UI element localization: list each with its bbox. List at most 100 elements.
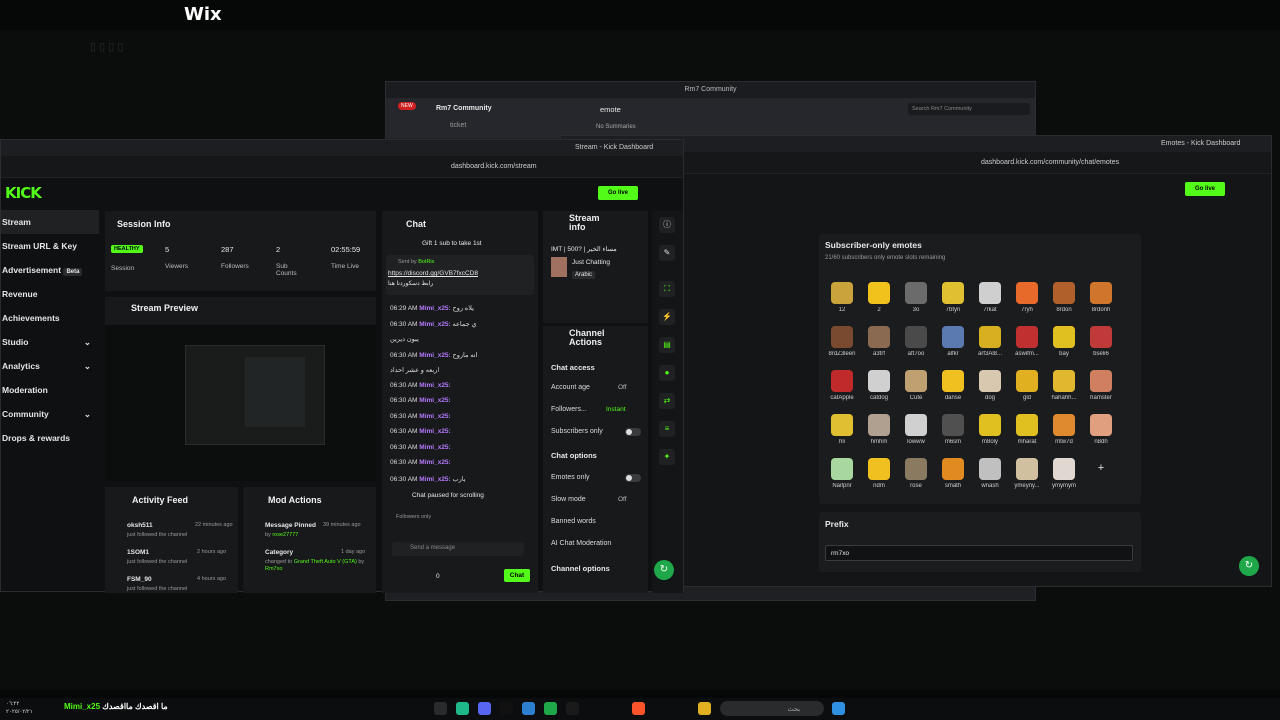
taskbar-stream-label[interactable]: Mimi_x25 ما اقصدك مااقصدك	[64, 702, 168, 711]
support-button[interactable]: ↻	[654, 560, 674, 580]
ai-moderation-label[interactable]: AI Chat Moderation	[551, 540, 611, 547]
sidebar-item-drops[interactable]: Drops & rewards	[1, 426, 99, 450]
slow-mode-value[interactable]: Off	[618, 496, 627, 503]
chat-message[interactable]: 06:30 AM Mimi_x25:	[390, 428, 451, 442]
brave-icon[interactable]	[632, 702, 645, 715]
emote-item[interactable]: 8rdonh	[1080, 282, 1122, 326]
summaries-dropdown[interactable]: No Summaries	[596, 124, 636, 130]
chat-bubble-icon[interactable]: ●	[659, 365, 675, 381]
app-icon[interactable]	[566, 702, 579, 715]
slow-mode-label[interactable]: Slow mode	[551, 496, 586, 503]
server-name[interactable]: Rm7 Community	[436, 105, 492, 112]
emote-item[interactable]: lowww	[895, 414, 937, 458]
followers-label[interactable]: Followers...	[551, 406, 587, 413]
emote-item[interactable]: 12	[821, 282, 863, 326]
go-live-button-left[interactable]: Go live	[598, 186, 638, 200]
emote-item[interactable]: danse	[932, 370, 974, 414]
emote-item[interactable]: hahahh...	[1043, 370, 1085, 414]
kick-logo[interactable]: KICK	[5, 184, 42, 202]
sidebar-item-analytics[interactable]: Analytics ⌄	[1, 354, 99, 378]
sidebar-item-revenue[interactable]: Revenue	[1, 282, 99, 306]
expand-icon[interactable]: ⛶	[659, 281, 675, 297]
emote-item[interactable]: mtw7d	[1043, 414, 1085, 458]
emote-item[interactable]: 8rdon	[1043, 282, 1085, 326]
chat-paused[interactable]: Chat paused for scrolling	[412, 492, 484, 499]
emote-item[interactable]: n8dh	[1080, 414, 1122, 458]
emote-item[interactable]: wnash	[969, 458, 1011, 502]
support-button[interactable]: ↻	[1239, 556, 1259, 576]
sidebar-item-stream[interactable]: Stream	[1, 210, 99, 234]
discord-icon[interactable]	[478, 702, 491, 715]
emote-item[interactable]: smath	[932, 458, 974, 502]
send-message-input[interactable]: Send a message	[392, 542, 524, 556]
go-live-button[interactable]: Go live	[1185, 182, 1225, 196]
app-icon[interactable]	[544, 702, 557, 715]
sidebar-item-moderation[interactable]: Moderation	[1, 378, 99, 402]
chat-message[interactable]: 06:30 AM Mimi_x25: يارب	[390, 475, 466, 489]
channel-ticket[interactable]: ticket	[450, 122, 466, 129]
url-text-left[interactable]: dashboard.kick.com/stream	[451, 163, 537, 170]
chat-message[interactable]: 06:30 AM Mimi_x25:	[390, 397, 451, 411]
emote-item[interactable]: ymeyny...	[1006, 458, 1048, 502]
gift-banner[interactable]: Gift 1 sub to take 1st	[422, 240, 482, 247]
sidebar-item-advertisement[interactable]: Advertisement Beta	[1, 258, 99, 282]
account-age-value[interactable]: Off	[618, 384, 627, 391]
chat-message[interactable]: 06:30 AM Mimi_x25: انه ماروح	[390, 351, 477, 365]
emote-item[interactable]: alfkr	[932, 326, 974, 370]
emote-item[interactable]: mharat	[1006, 414, 1048, 458]
sidebar-item-community[interactable]: Community ⌄	[1, 402, 99, 426]
emote-item[interactable]: aswifm...	[1006, 326, 1048, 370]
folder-icon[interactable]	[698, 702, 711, 715]
account-age-label[interactable]: Account age	[551, 384, 590, 391]
url-text[interactable]: dashboard.kick.com/community/chat/emotes	[981, 159, 1119, 166]
emote-item[interactable]: ndm	[858, 458, 900, 502]
info-icon[interactable]: ⓘ	[659, 217, 675, 233]
chat-message[interactable]: 06:29 AM Mimi_x25: يلاه روح	[390, 304, 474, 318]
add-emote-button[interactable]: +	[1080, 462, 1122, 506]
pinned-link[interactable]: https://discord.gg/GVB7fxcCD8	[388, 270, 478, 277]
emote-item[interactable]: 3o	[895, 282, 937, 326]
followers-value[interactable]: Instant	[606, 406, 626, 413]
banned-words-label[interactable]: Banned words	[551, 518, 596, 525]
list-icon[interactable]: ≡	[659, 421, 675, 437]
chat-send-button[interactable]: Chat	[504, 569, 530, 582]
preview-video[interactable]	[105, 325, 376, 481]
emote-item[interactable]: 7rkat	[969, 282, 1011, 326]
settings-icon[interactable]	[434, 702, 447, 715]
sidebar-item-studio[interactable]: Studio ⌄	[1, 330, 99, 354]
emote-item[interactable]: Cute	[895, 370, 937, 414]
tiktok-icon[interactable]	[500, 702, 513, 715]
tab-emotes[interactable]: Emotes - Kick Dashboard	[1161, 140, 1240, 147]
emote-item[interactable]: aft7oo	[895, 326, 937, 370]
emote-item[interactable]: catdog	[858, 370, 900, 414]
emote-item[interactable]: m8oly	[969, 414, 1011, 458]
tab-stream[interactable]: Stream - Kick Dashboard	[575, 144, 653, 151]
arrows-icon[interactable]: ⇄	[659, 393, 675, 409]
emote-item[interactable]: Naifpnr	[821, 458, 863, 502]
taskbar-search[interactable]: بحث	[720, 701, 824, 716]
emotes-only-toggle[interactable]	[625, 474, 641, 482]
subscribers-only-toggle[interactable]	[625, 428, 641, 436]
emote-item[interactable]: gld	[1006, 370, 1048, 414]
emote-item[interactable]: dog	[969, 370, 1011, 414]
emote-item[interactable]: catApple	[821, 370, 863, 414]
wrench-icon[interactable]: ✦	[659, 449, 675, 465]
emote-item[interactable]: 8rdZ3leen	[821, 326, 863, 370]
app-icon[interactable]	[522, 702, 535, 715]
app-icon[interactable]	[456, 702, 469, 715]
emote-item[interactable]: bay	[1043, 326, 1085, 370]
chat-message[interactable]: 06:30 AM Mimi_x25:	[390, 444, 451, 458]
discord-search-input[interactable]: Search Rm7 Community	[908, 103, 1030, 115]
sidebar-item-stream-url[interactable]: Stream URL & Key	[1, 234, 99, 258]
windows-icon[interactable]	[832, 702, 845, 715]
prefix-input[interactable]: rm7xo	[825, 545, 1133, 561]
emote-item[interactable]: bseli6	[1080, 326, 1122, 370]
emote-item[interactable]: 2	[858, 282, 900, 326]
emote-item[interactable]: arf3Al8...	[969, 326, 1011, 370]
emote-item[interactable]: 7btyn	[932, 282, 974, 326]
emote-item[interactable]: hli	[821, 414, 863, 458]
chat-message[interactable]: 06:30 AM Mimi_x25: ي جماعه	[390, 320, 477, 334]
file-icon[interactable]: ▤	[659, 337, 675, 353]
emote-item[interactable]: ymymym	[1043, 458, 1085, 502]
channel-emote[interactable]: emote	[600, 105, 621, 114]
